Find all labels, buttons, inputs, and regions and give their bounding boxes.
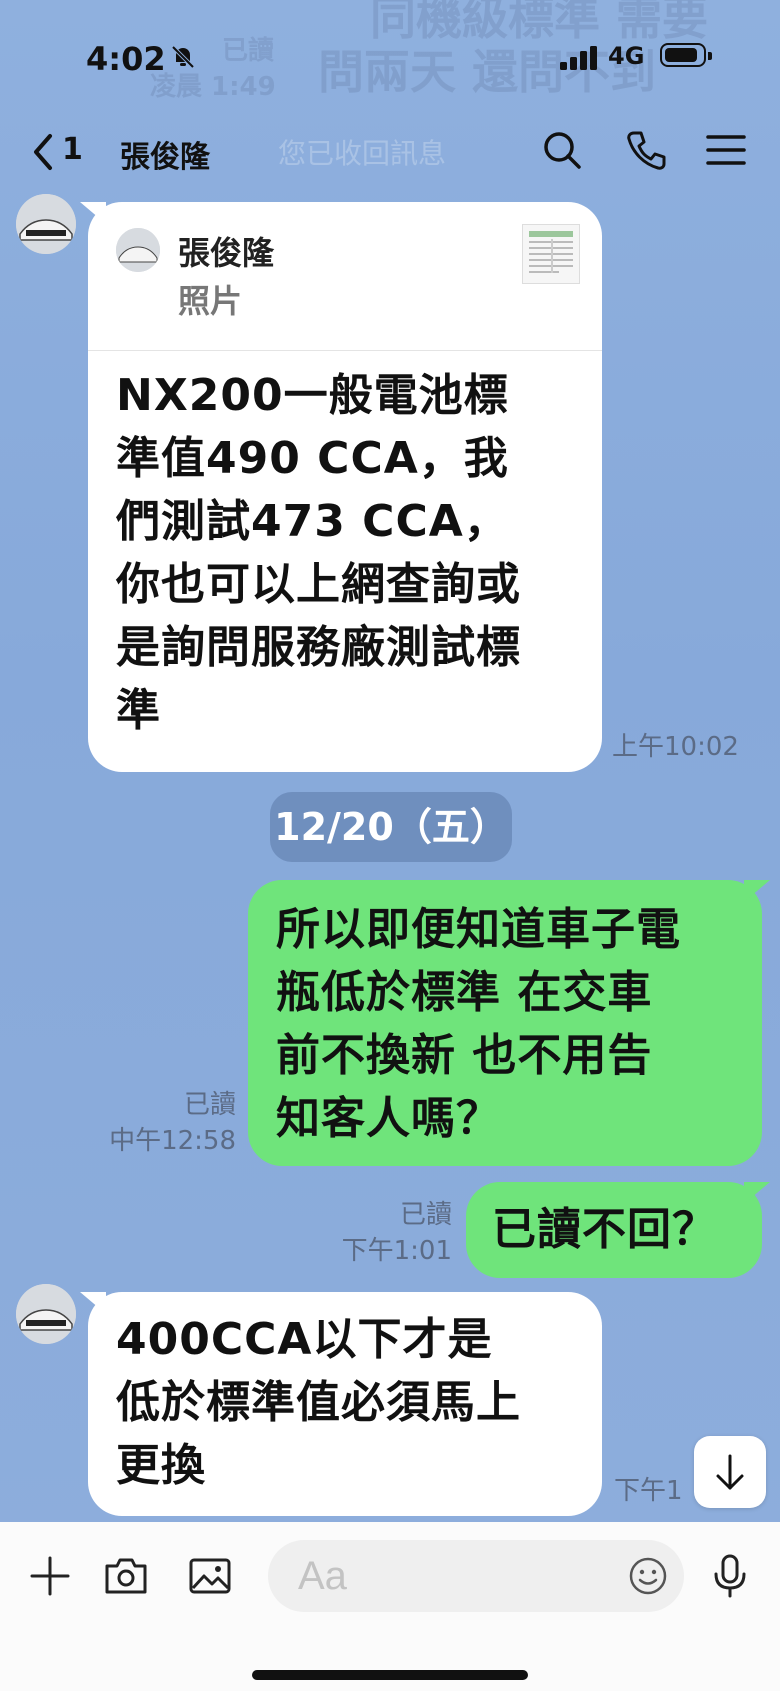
plus-icon[interactable] <box>26 1552 74 1600</box>
chat-title[interactable]: 張俊隆 <box>120 132 210 176</box>
reply-sender-name: 張俊隆 <box>178 234 275 272</box>
avatar[interactable] <box>16 194 76 254</box>
message-bubble-incoming[interactable]: 400CCA以下才是 低於標準值必須馬上 更換 <box>88 1292 602 1516</box>
date-separator: 12/20（五） <box>270 792 512 862</box>
scroll-to-bottom-button[interactable] <box>694 1436 766 1508</box>
recall-notice: 您已收回訊息 <box>278 137 447 170</box>
reply-type-label: 照片 <box>178 282 243 320</box>
image-icon[interactable] <box>186 1552 234 1600</box>
phone-icon[interactable] <box>624 128 668 172</box>
message-bubble-outgoing[interactable]: 已讀不回？ <box>466 1182 762 1278</box>
read-receipt: 已讀 <box>183 1090 236 1120</box>
menu-icon[interactable] <box>704 128 748 172</box>
message-input[interactable]: Aa <box>268 1540 684 1612</box>
message-input-placeholder: Aa <box>298 1554 347 1598</box>
message-time: 上午10:02 <box>612 732 739 762</box>
unread-count[interactable]: 1 <box>62 132 83 167</box>
bell-slash-icon <box>171 45 195 69</box>
camera-icon[interactable] <box>102 1552 150 1600</box>
reply-photo-thumbnail[interactable] <box>522 224 580 284</box>
message-time: 下午1 <box>614 1476 683 1506</box>
message-time: 下午1:01 <box>341 1236 452 1266</box>
input-bar: Aa <box>0 1522 780 1691</box>
read-receipt: 已讀 <box>399 1200 452 1230</box>
reply-quote[interactable]: 張俊隆 照片 <box>88 202 602 351</box>
message-text: 所以即便知道車子電 瓶低於標準 在交車 前不換新 也不用告 知客人嗎？ <box>276 904 681 1144</box>
network-type: 4G <box>608 42 645 70</box>
mic-icon[interactable] <box>706 1552 754 1600</box>
message-text: 400CCA以下才是 低於標準值必須馬上 更換 <box>116 1314 521 1491</box>
arrow-down-icon <box>716 1454 744 1490</box>
status-time: 4:02 <box>86 40 166 78</box>
message-time: 中午12:58 <box>109 1126 236 1156</box>
chat-header: 1 張俊隆 您已收回訊息 <box>0 112 780 192</box>
search-icon[interactable] <box>540 128 584 172</box>
back-chevron-icon[interactable] <box>26 128 60 176</box>
battery-icon <box>660 43 712 67</box>
message-bubble-incoming[interactable]: 張俊隆 照片 NX200一般電池標 準值490 CCA，我 們測試473 CCA… <box>88 202 602 772</box>
emoji-icon[interactable] <box>628 1556 668 1596</box>
reply-avatar <box>116 228 160 272</box>
message-text: 已讀不回？ <box>492 1204 717 1255</box>
message-text: NX200一般電池標 準值490 CCA，我 們測試473 CCA， 你也可以上… <box>116 370 521 736</box>
message-bubble-outgoing[interactable]: 所以即便知道車子電 瓶低於標準 在交車 前不換新 也不用告 知客人嗎？ <box>248 880 762 1166</box>
avatar[interactable] <box>16 1284 76 1344</box>
status-bar: 4:02 4G <box>0 0 780 110</box>
signal-icon <box>560 46 597 70</box>
home-indicator[interactable] <box>252 1670 528 1680</box>
